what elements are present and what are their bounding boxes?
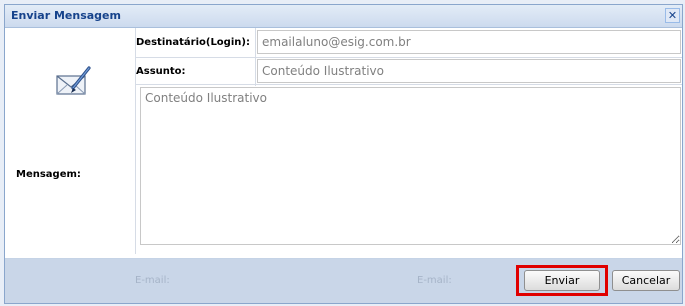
close-icon[interactable]: ✕ (665, 8, 680, 23)
envelope-pen-icon (53, 66, 95, 100)
recipient-label: Destinatário(Login): (136, 37, 250, 48)
send-message-dialog: Enviar Mensagem ✕ Destinatário(Login): A… (4, 4, 683, 304)
row-divider-2 (135, 84, 682, 85)
dialog-body: Destinatário(Login): Assunto: Mensagem: … (5, 28, 682, 259)
dialog-title: Enviar Mensagem (11, 9, 121, 22)
dialog-titlebar[interactable]: Enviar Mensagem ✕ (5, 5, 682, 28)
dialog-footer: E-mail: E-mail: Enviar Cancelar (5, 259, 682, 303)
subject-label: Assunto: (136, 66, 186, 77)
footer-ghost-label-left: E-mail: (135, 275, 170, 286)
label-column-divider (135, 28, 136, 254)
recipient-field[interactable] (257, 30, 681, 54)
message-textarea[interactable]: Conteúdo Ilustrativo (140, 87, 681, 245)
subject-input[interactable] (257, 59, 681, 83)
message-label: Mensagem: (16, 169, 81, 180)
send-button[interactable]: Enviar (524, 270, 600, 291)
row-divider-1 (135, 57, 682, 58)
footer-ghost-label-right: E-mail: (417, 275, 452, 286)
cancel-button[interactable]: Cancelar (612, 270, 680, 291)
